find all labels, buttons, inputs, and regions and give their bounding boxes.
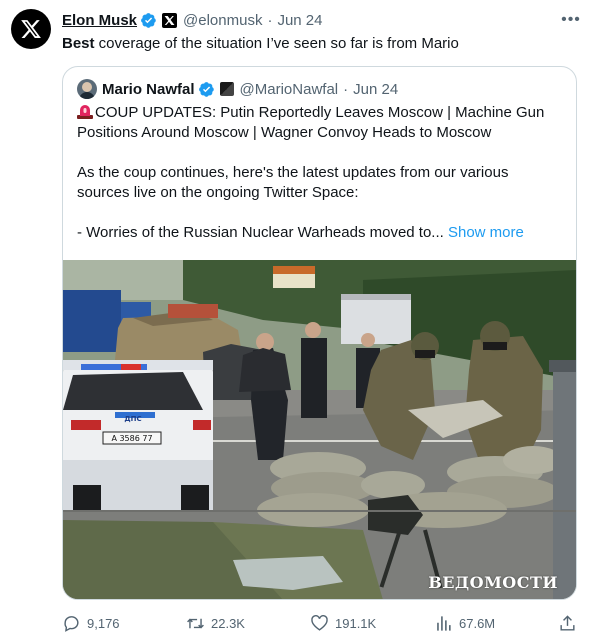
tweet-actions: 9,176 22.3K 191.1K 67.6M: [62, 612, 577, 634]
like-icon: [311, 614, 328, 631]
quote-body: COUP UPDATES: Putin Reportedly Leaves Mo…: [77, 103, 565, 243]
quote-line-1: COUP UPDATES: Putin Reportedly Leaves Mo…: [77, 103, 565, 143]
affiliate-badge-icon[interactable]: [219, 82, 234, 96]
share-button[interactable]: [558, 614, 577, 633]
x-logo-icon: [21, 20, 41, 38]
quoted-tweet[interactable]: Mario Nawfal @MarioNawfal · Jun 24 COUP …: [62, 66, 577, 600]
photo-scene: А 3586 77 ДПС: [63, 260, 576, 599]
tweet[interactable]: Elon Musk @elonmusk · Jun 24 ••• Best co…: [0, 0, 589, 643]
repost-icon: [187, 618, 204, 628]
views-icon: [437, 615, 451, 631]
license-plate: А 3586 77: [111, 434, 152, 443]
more-options-button[interactable]: •••: [561, 10, 581, 30]
quote-line-3-text: - Worries of the Russian Nuclear Warhead…: [77, 224, 444, 241]
separator-dot: ·: [267, 11, 273, 29]
tweet-header: Elon Musk @elonmusk · Jun 24: [62, 10, 579, 30]
tweet-text-rest: coverage of the situation I’ve seen so f…: [94, 35, 459, 52]
tweet-date[interactable]: Jun 24: [277, 12, 322, 29]
quote-line-1-text: COUP UPDATES: Putin Reportedly Leaves Mo…: [77, 104, 545, 141]
quote-date[interactable]: Jun 24: [353, 81, 398, 98]
like-button[interactable]: 191.1K: [310, 614, 376, 633]
views-count: 67.6M: [459, 615, 496, 631]
verified-badge-icon[interactable]: [140, 12, 157, 29]
media-watermark: ВЕДОМОСТИ: [428, 573, 558, 592]
author-avatar[interactable]: [11, 9, 51, 49]
author-handle[interactable]: @elonmusk: [183, 12, 262, 29]
reply-button[interactable]: 9,176: [62, 614, 120, 633]
author-name[interactable]: Elon Musk: [62, 12, 137, 29]
reply-count: 9,176: [87, 615, 120, 631]
affiliate-badge-icon[interactable]: [162, 12, 178, 28]
quote-line-3: - Worries of the Russian Nuclear Warhead…: [77, 223, 565, 243]
quote-author-name[interactable]: Mario Nawfal: [102, 81, 195, 98]
quote-author-handle[interactable]: @MarioNawfal: [240, 81, 339, 98]
tweet-bold-lead: Best: [62, 35, 95, 52]
views-button[interactable]: 67.6M: [434, 614, 495, 633]
quote-header: Mario Nawfal @MarioNawfal · Jun 24: [77, 79, 398, 99]
tweet-text: Best coverage of the situation I’ve seen…: [62, 34, 577, 54]
show-more-link[interactable]: Show more: [448, 224, 524, 241]
quote-line-2: As the coup continues, here's the latest…: [77, 164, 509, 201]
separator-dot: ·: [343, 80, 349, 98]
repost-button[interactable]: 22.3K: [186, 614, 245, 633]
quote-avatar[interactable]: [77, 79, 97, 99]
car-text: ДПС: [124, 415, 141, 423]
more-icon: •••: [561, 11, 581, 28]
siren-icon: [77, 105, 93, 119]
verified-badge-icon[interactable]: [198, 81, 215, 98]
quote-media-image[interactable]: А 3586 77 ДПС ВЕДОМОСТИ: [63, 260, 576, 599]
share-icon: [560, 614, 575, 631]
like-count: 191.1K: [335, 615, 377, 631]
reply-icon: [64, 615, 79, 632]
repost-count: 22.3K: [211, 615, 245, 631]
